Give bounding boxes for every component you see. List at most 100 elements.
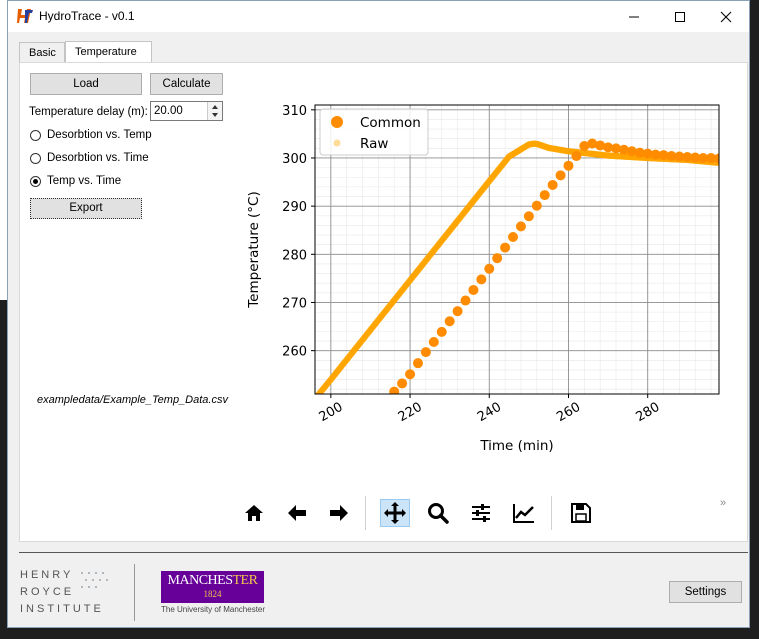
hydrotrace-logo-icon xyxy=(17,8,33,24)
logo-line: INSTITUTE xyxy=(20,603,104,615)
x-axis-label: Time (min) xyxy=(479,438,553,454)
y-tick-label: 260 xyxy=(282,345,307,360)
common-point xyxy=(555,170,566,181)
manchester-year: 1824 xyxy=(203,589,222,599)
legend-label-raw: Raw xyxy=(360,136,388,152)
common-point xyxy=(397,378,408,389)
y-tick-label: 290 xyxy=(282,200,307,215)
common-point xyxy=(428,336,439,347)
common-point xyxy=(420,347,431,358)
pan-icon xyxy=(384,502,406,524)
calculate-button[interactable]: Calculate xyxy=(150,73,223,95)
temperature-delay-spinbox[interactable]: 20.00 xyxy=(150,101,223,121)
temperature-panel: Load Calculate Temperature delay (m): 20… xyxy=(19,62,748,542)
radio-desorbtion-vs-time[interactable]: Desorbtion vs. Time xyxy=(30,152,149,164)
temperature-delay-label: Temperature delay (m): xyxy=(29,106,148,118)
spin-buttons[interactable] xyxy=(207,102,222,120)
y-tick-label: 310 xyxy=(282,104,307,119)
common-point xyxy=(492,253,503,264)
x-tick-label: 240 xyxy=(475,400,504,425)
save-icon xyxy=(571,503,591,523)
load-button[interactable]: Load xyxy=(30,73,142,95)
zoom-icon xyxy=(428,503,449,524)
toolbar-overflow-icon[interactable]: » xyxy=(720,497,726,509)
home-button[interactable] xyxy=(239,499,269,527)
common-point xyxy=(389,386,400,394)
common-point xyxy=(405,369,416,380)
common-point xyxy=(436,326,447,337)
radio-temp-vs-time[interactable]: Temp vs. Time xyxy=(30,175,121,187)
minimize-button[interactable] xyxy=(611,1,657,32)
temperature-delay-value[interactable]: 20.00 xyxy=(154,105,183,117)
common-point xyxy=(515,221,526,232)
common-point xyxy=(500,242,511,253)
file-path-label: exampledata/Example_Temp_Data.csv xyxy=(37,394,228,406)
x-tick-label: 200 xyxy=(317,400,346,425)
common-point xyxy=(563,160,574,171)
y-tick-label: 280 xyxy=(282,248,307,263)
configure-subplots-button[interactable] xyxy=(466,499,496,527)
footer-divider xyxy=(19,552,748,553)
close-button[interactable] xyxy=(703,1,749,32)
close-icon xyxy=(720,11,732,22)
common-point xyxy=(412,358,423,369)
maximize-icon xyxy=(675,11,685,22)
common-point xyxy=(452,306,463,317)
back-arrow-icon xyxy=(288,505,306,521)
forward-arrow-icon xyxy=(330,505,348,521)
common-point xyxy=(444,316,455,327)
radio-label: Temp vs. Time xyxy=(47,175,122,187)
dot-grid-icon xyxy=(81,572,108,588)
tab-basic[interactable]: Basic xyxy=(19,42,65,62)
window-title: HydroTrace - v0.1 xyxy=(39,9,135,23)
manchester-subtitle: The University of Manchester xyxy=(161,605,266,614)
manchester-wordmark: MANCHESTER xyxy=(161,573,264,589)
manchester-logo: MANCHESTER 1824 xyxy=(161,571,264,603)
maximize-button[interactable] xyxy=(657,1,703,32)
spin-up-down-icon xyxy=(212,105,218,117)
radio-desorbtion-vs-temp[interactable]: Desorbtion vs. Temp xyxy=(30,129,152,141)
common-point xyxy=(508,231,519,242)
edit-axis-icon xyxy=(513,504,534,523)
raw-point xyxy=(312,396,318,402)
common-point xyxy=(531,200,542,211)
common-point xyxy=(468,284,479,295)
minimize-icon xyxy=(629,16,639,17)
common-point xyxy=(484,263,495,274)
configure-subplots-icon xyxy=(472,504,490,522)
common-point xyxy=(523,211,534,222)
toolbar-separator xyxy=(551,496,552,530)
radio-label: Desorbtion vs. Temp xyxy=(47,129,152,141)
app-window: HydroTrace - v0.1 Basic Temperature Load… xyxy=(7,0,750,628)
legend-marker-common xyxy=(331,116,343,128)
common-point xyxy=(476,274,487,285)
pan-button[interactable] xyxy=(380,499,410,527)
legend-label-common: Common xyxy=(360,115,421,131)
y-tick-label: 270 xyxy=(282,296,307,311)
x-tick-label: 280 xyxy=(633,400,662,425)
title-bar: HydroTrace - v0.1 xyxy=(8,1,749,32)
radio-indicator[interactable] xyxy=(30,129,41,141)
footer-separator xyxy=(134,564,135,621)
x-tick-label: 260 xyxy=(554,400,583,425)
back-button[interactable] xyxy=(282,499,312,527)
x-tick-label: 220 xyxy=(396,400,425,425)
common-point xyxy=(571,151,582,162)
tab-temperature[interactable]: Temperature xyxy=(65,41,152,63)
export-button[interactable]: Export xyxy=(30,198,142,219)
raw-point xyxy=(313,394,319,400)
common-point xyxy=(547,179,558,190)
toolbar-separator xyxy=(365,496,366,530)
edit-axis-button[interactable] xyxy=(509,499,539,527)
radio-label: Desorbtion vs. Time xyxy=(47,152,149,164)
temperature-chart[interactable]: 200 220 240 260 280 260 270 280 290 300 310 Time (m… xyxy=(240,93,720,465)
forward-button[interactable] xyxy=(324,499,354,527)
manchester-word-a: MANCHES xyxy=(167,573,233,588)
radio-indicator-checked[interactable] xyxy=(30,175,41,187)
save-figure-button[interactable] xyxy=(566,499,596,527)
home-icon xyxy=(245,505,263,521)
settings-button[interactable]: Settings xyxy=(669,581,742,603)
radio-indicator[interactable] xyxy=(30,152,41,164)
zoom-button[interactable] xyxy=(423,499,453,527)
y-tick-label: 300 xyxy=(282,152,307,167)
